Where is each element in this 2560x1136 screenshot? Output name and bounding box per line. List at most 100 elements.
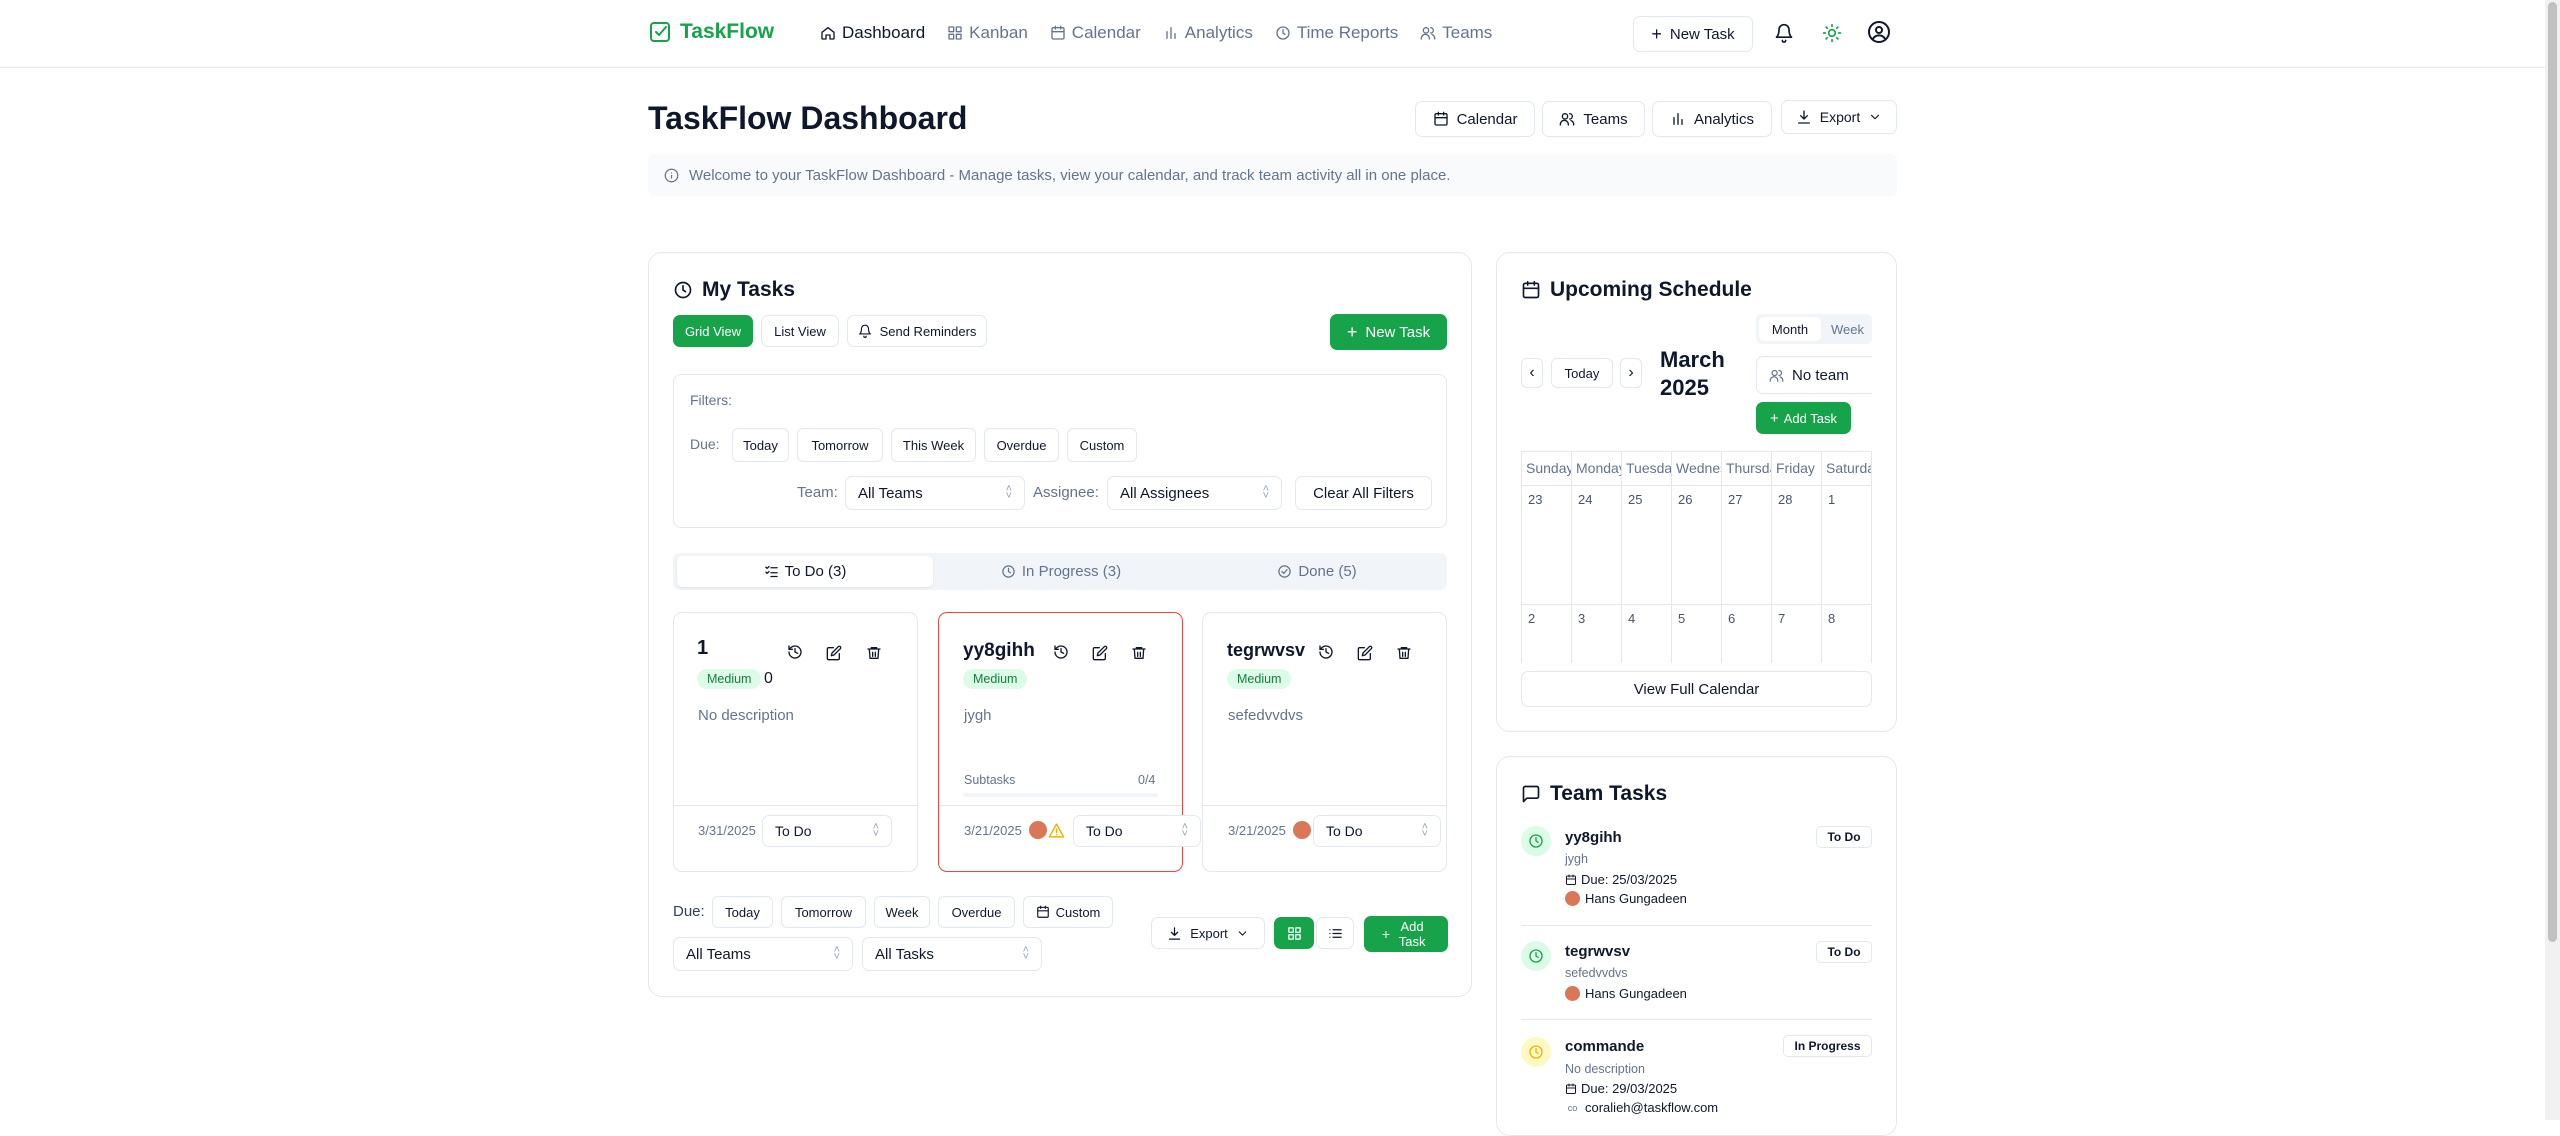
calendar-day[interactable]: 3 bbox=[1572, 605, 1622, 663]
header-export-dropdown[interactable]: Export bbox=[1781, 100, 1897, 134]
calendar-day[interactable]: 7 bbox=[1772, 605, 1822, 663]
bottom-add-task-button[interactable]: + Add Task bbox=[1364, 916, 1448, 952]
schedule-title: Upcoming Schedule bbox=[1550, 278, 1752, 301]
due-custom-button[interactable]: Custom bbox=[1067, 428, 1137, 462]
view-full-calendar-button[interactable]: View Full Calendar bbox=[1521, 671, 1872, 707]
due-this-week-button[interactable]: This Week bbox=[891, 428, 976, 462]
week-tab[interactable]: Week bbox=[1823, 317, 1872, 341]
assignee-filter-select[interactable]: All Assignees ˄ ˅ bbox=[1107, 476, 1282, 510]
weekday-label: Thursday bbox=[1722, 452, 1772, 486]
trash-icon[interactable] bbox=[866, 645, 882, 661]
calendar-today-button[interactable]: Today bbox=[1551, 358, 1613, 388]
due-tomorrow-button[interactable]: Tomorrow bbox=[797, 428, 883, 462]
chevrons-up-down-icon: ˄ ˅ bbox=[833, 944, 840, 963]
history-icon[interactable] bbox=[1318, 644, 1334, 660]
due-overdue-button[interactable]: Overdue bbox=[984, 428, 1059, 462]
nav-teams[interactable]: Teams bbox=[1420, 23, 1492, 43]
history-icon[interactable] bbox=[1053, 644, 1069, 660]
my-tasks-new-task-button[interactable]: + New Task bbox=[1330, 314, 1447, 350]
status-dot-icon bbox=[1521, 1037, 1551, 1067]
tab-in-progress[interactable]: In Progress (3) bbox=[933, 556, 1189, 587]
brand-logo[interactable]: TaskFlow bbox=[648, 20, 774, 44]
calendar-day[interactable]: 25 bbox=[1622, 486, 1672, 605]
prev-month-button[interactable]: ‹ bbox=[1521, 358, 1543, 388]
tab-todo-label: To Do (3) bbox=[784, 563, 847, 580]
weekday-header: Sunday Monday Tuesday Wednesday Thursday… bbox=[1522, 452, 1872, 486]
page-scrollbar[interactable] bbox=[2545, 0, 2560, 1120]
user-circle-icon[interactable] bbox=[1867, 20, 1891, 44]
send-reminders-label: Send Reminders bbox=[879, 323, 977, 339]
nav-dashboard[interactable]: Dashboard bbox=[820, 23, 925, 43]
calendar-month: March bbox=[1660, 347, 1725, 372]
list-view-button[interactable]: List View bbox=[761, 315, 839, 347]
edit-icon[interactable] bbox=[826, 645, 842, 661]
schedule-add-task-label: Add Task bbox=[1783, 410, 1837, 426]
calendar-day[interactable]: 27 bbox=[1722, 486, 1772, 605]
avatar bbox=[1565, 891, 1580, 906]
bottom-due-overdue-button[interactable]: Overdue bbox=[938, 896, 1015, 928]
calendar-day[interactable]: 26 bbox=[1672, 486, 1722, 605]
bottom-tasks-select[interactable]: All Tasks ˄ ˅ bbox=[862, 937, 1042, 971]
bottom-due-tomorrow-button[interactable]: Tomorrow bbox=[781, 896, 866, 928]
team-filter-select[interactable]: All Teams ˄ ˅ bbox=[845, 476, 1025, 510]
task-status-select[interactable]: To Do ˄ ˅ bbox=[762, 815, 892, 847]
send-reminders-button[interactable]: Send Reminders bbox=[847, 315, 987, 347]
task-card-divider bbox=[1203, 805, 1446, 806]
team-task-title: tegrwvsv bbox=[1565, 943, 1631, 960]
nav-analytics[interactable]: Analytics bbox=[1163, 23, 1253, 43]
schedule-add-task-button[interactable]: + Add Task bbox=[1756, 402, 1851, 434]
header-analytics-button[interactable]: Analytics bbox=[1652, 101, 1772, 137]
bottom-export-dropdown[interactable]: Export bbox=[1151, 917, 1265, 949]
sun-icon[interactable] bbox=[1822, 23, 1842, 43]
calendar-day[interactable]: 8 bbox=[1822, 605, 1872, 663]
bottom-due-label: Due: bbox=[673, 903, 705, 920]
grid-layout-toggle[interactable] bbox=[1274, 917, 1314, 949]
bottom-due-today-button[interactable]: Today bbox=[712, 896, 773, 928]
next-month-button[interactable]: › bbox=[1620, 358, 1642, 388]
calendar-day[interactable]: 28 bbox=[1772, 486, 1822, 605]
assignee-filter-value: All Assignees bbox=[1120, 484, 1210, 502]
team-filter-value: All Teams bbox=[858, 484, 923, 502]
team-tasks-header: Team Tasks bbox=[1521, 782, 1667, 806]
calendar-day[interactable]: 1 bbox=[1822, 486, 1872, 605]
calendar-day[interactable]: 24 bbox=[1572, 486, 1622, 605]
header-calendar-button[interactable]: Calendar bbox=[1415, 101, 1535, 137]
header-teams-button[interactable]: Teams bbox=[1542, 101, 1645, 137]
priority-badge: Medium bbox=[1227, 669, 1292, 689]
calendar-day[interactable]: 4 bbox=[1622, 605, 1672, 663]
calendar-day[interactable]: 2 bbox=[1522, 605, 1572, 663]
scrollbar-thumb[interactable] bbox=[2548, 2, 2557, 942]
bottom-teams-select[interactable]: All Teams ˄ ˅ bbox=[673, 937, 853, 971]
trash-icon[interactable] bbox=[1131, 645, 1147, 661]
bottom-due-custom-button[interactable]: Custom bbox=[1023, 896, 1113, 928]
grid-view-button[interactable]: Grid View bbox=[673, 315, 753, 347]
bottom-tasks-value: All Tasks bbox=[875, 945, 934, 963]
nav-new-task-button[interactable]: + New Task bbox=[1633, 16, 1753, 52]
month-tab[interactable]: Month bbox=[1759, 317, 1821, 341]
edit-icon[interactable] bbox=[1357, 645, 1373, 661]
kanban-icon bbox=[947, 25, 963, 41]
due-today-button[interactable]: Today bbox=[732, 428, 789, 462]
nav-calendar[interactable]: Calendar bbox=[1050, 23, 1141, 43]
my-tasks-title: My Tasks bbox=[702, 278, 795, 301]
grid-icon bbox=[1287, 926, 1302, 941]
clear-filters-button[interactable]: Clear All Filters bbox=[1295, 476, 1432, 510]
bell-icon[interactable] bbox=[1774, 23, 1794, 43]
calendar-day[interactable]: 23 bbox=[1522, 486, 1572, 605]
task-status-select[interactable]: To Do ˄ ˅ bbox=[1313, 815, 1441, 847]
nav-kanban[interactable]: Kanban bbox=[947, 23, 1028, 43]
plus-icon: + bbox=[1651, 24, 1662, 44]
bottom-due-week-button[interactable]: Week bbox=[874, 896, 930, 928]
download-icon bbox=[1796, 109, 1812, 125]
calendar-day[interactable]: 6 bbox=[1722, 605, 1772, 663]
nav-time-reports[interactable]: Time Reports bbox=[1275, 23, 1398, 43]
list-layout-toggle[interactable] bbox=[1316, 917, 1354, 949]
tab-done[interactable]: Done (5) bbox=[1189, 556, 1445, 587]
history-icon[interactable] bbox=[787, 644, 803, 660]
edit-icon[interactable] bbox=[1092, 645, 1108, 661]
team-select[interactable]: No team bbox=[1756, 356, 1872, 394]
trash-icon[interactable] bbox=[1396, 645, 1412, 661]
calendar-day[interactable]: 5 bbox=[1672, 605, 1722, 663]
tab-todo[interactable]: To Do (3) bbox=[677, 556, 933, 587]
task-status-select[interactable]: To Do ˄ ˅ bbox=[1073, 815, 1201, 847]
